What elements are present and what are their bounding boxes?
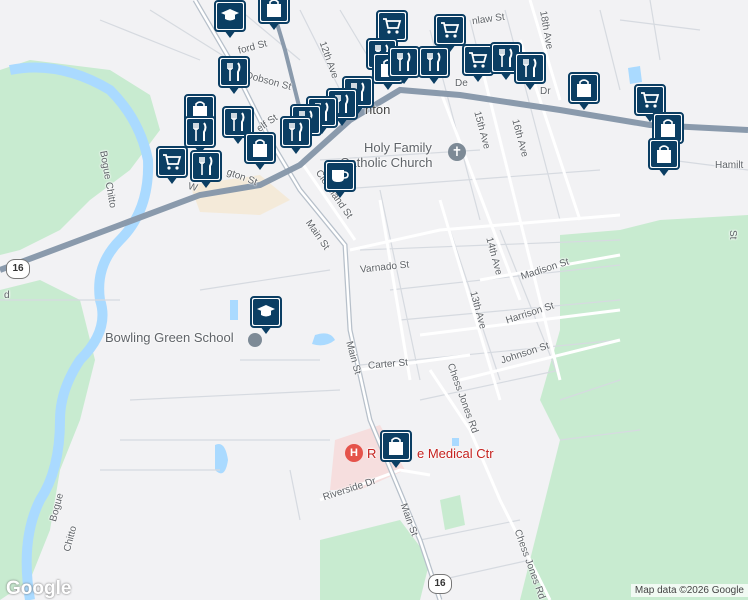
church-label-1: Holy Family — [364, 140, 432, 155]
bag-icon — [651, 141, 677, 167]
map-canvas[interactable]: Holy Family Catholic Church ✝ Bowling Gr… — [0, 0, 748, 600]
poi-pin-box — [250, 296, 282, 328]
bag-icon — [261, 0, 287, 21]
school-label: Bowling Green School — [105, 330, 234, 345]
route-16-shield-west: 16 — [6, 259, 30, 279]
graduation-cap-icon — [253, 299, 279, 325]
poi-pin-box — [258, 0, 290, 24]
poi-pin-tip — [290, 146, 302, 154]
pond-1 — [215, 444, 228, 474]
pond-3 — [230, 300, 238, 320]
google-logo: Google — [6, 578, 72, 599]
poi-pin-tip — [268, 22, 280, 30]
medical-label-start: R — [367, 446, 377, 461]
street-hamilton: Hamilt — [715, 160, 744, 171]
park-small — [440, 495, 465, 530]
medical-label-end: e Medical Ctr — [417, 446, 494, 461]
poi-pin-tip — [334, 190, 346, 198]
poi-pin-box — [184, 116, 216, 148]
poi-pin-bag[interactable] — [380, 430, 416, 474]
poi-pin-tip — [228, 86, 240, 94]
poi-pin-utensils[interactable] — [418, 46, 454, 90]
utensils-icon — [391, 49, 417, 75]
poi-pin-tip — [390, 460, 402, 468]
cup-icon — [327, 163, 353, 189]
bag-icon — [383, 433, 409, 459]
poi-pin-box — [434, 14, 466, 46]
utensils-icon — [193, 153, 219, 179]
utensils-icon — [517, 55, 543, 81]
street-st-fragment: St — [727, 230, 738, 240]
poi-pin-tip — [500, 72, 512, 80]
poi-pin-tip — [224, 30, 236, 38]
poi-pin-box — [244, 132, 276, 164]
park-southwest — [0, 280, 95, 600]
poi-pin-box — [190, 150, 222, 182]
poi-pin-tip — [524, 82, 536, 90]
bag-icon — [247, 135, 273, 161]
map-attribution[interactable]: Map data ©2026 Google — [630, 584, 748, 597]
poi-pin-bag[interactable] — [648, 138, 684, 182]
poi-pin-box — [418, 46, 450, 78]
street-rd-fragment: d — [4, 290, 10, 301]
poi-pin-box — [280, 116, 312, 148]
graduation-cap-icon — [217, 3, 243, 29]
poi-pin-cup[interactable] — [324, 160, 360, 204]
cart-icon — [379, 13, 405, 39]
poi-pin-tip — [166, 176, 178, 184]
poi-pin-tip — [254, 162, 266, 170]
poi-pin-tip — [472, 74, 484, 82]
utensils-icon — [221, 59, 247, 85]
pond-4 — [628, 66, 642, 84]
poi-pin-box — [648, 138, 680, 170]
poi-pin-box — [568, 72, 600, 104]
poi-pin-box — [324, 160, 356, 192]
utensils-icon — [421, 49, 447, 75]
poi-pin-tip — [232, 136, 244, 144]
bag-icon — [571, 75, 597, 101]
poi-pin-tip — [200, 180, 212, 188]
poi-pin-box — [156, 146, 188, 178]
cart-icon — [465, 47, 491, 73]
poi-pin-bag[interactable] — [258, 0, 294, 36]
utensils-icon — [187, 119, 213, 145]
poi-pin-box — [218, 56, 250, 88]
poi-pin-utensils[interactable] — [218, 56, 254, 100]
poi-pin-tip — [428, 76, 440, 84]
poi-pin-bag[interactable] — [568, 72, 604, 116]
hospital-icon: H — [345, 444, 363, 462]
poi-pin-bag[interactable] — [244, 132, 280, 176]
poi-pin-cart[interactable] — [156, 146, 192, 190]
poi-pin-box — [214, 0, 246, 32]
poi-pin-box — [514, 52, 546, 84]
cart-icon — [159, 149, 185, 175]
utensils-icon — [283, 119, 309, 145]
poi-pin-graduation-cap[interactable] — [214, 0, 250, 44]
poi-pin-tip — [578, 102, 590, 110]
pond-2 — [312, 333, 335, 346]
poi-pin-graduation-cap[interactable] — [250, 296, 286, 340]
cart-icon — [637, 87, 663, 113]
poi-pin-utensils[interactable] — [280, 116, 316, 160]
poi-pin-tip — [398, 76, 410, 84]
cart-icon — [437, 17, 463, 43]
poi-pin-box — [388, 46, 420, 78]
poi-pin-tip — [260, 326, 272, 334]
poi-pin-utensils[interactable] — [190, 150, 226, 194]
poi-pin-utensils[interactable] — [514, 52, 550, 96]
route-16-shield-south: 16 — [428, 574, 452, 594]
pond-5 — [452, 438, 459, 446]
church-icon: ✝ — [448, 143, 466, 161]
poi-pin-box — [380, 430, 412, 462]
poi-pin-tip — [658, 168, 670, 176]
